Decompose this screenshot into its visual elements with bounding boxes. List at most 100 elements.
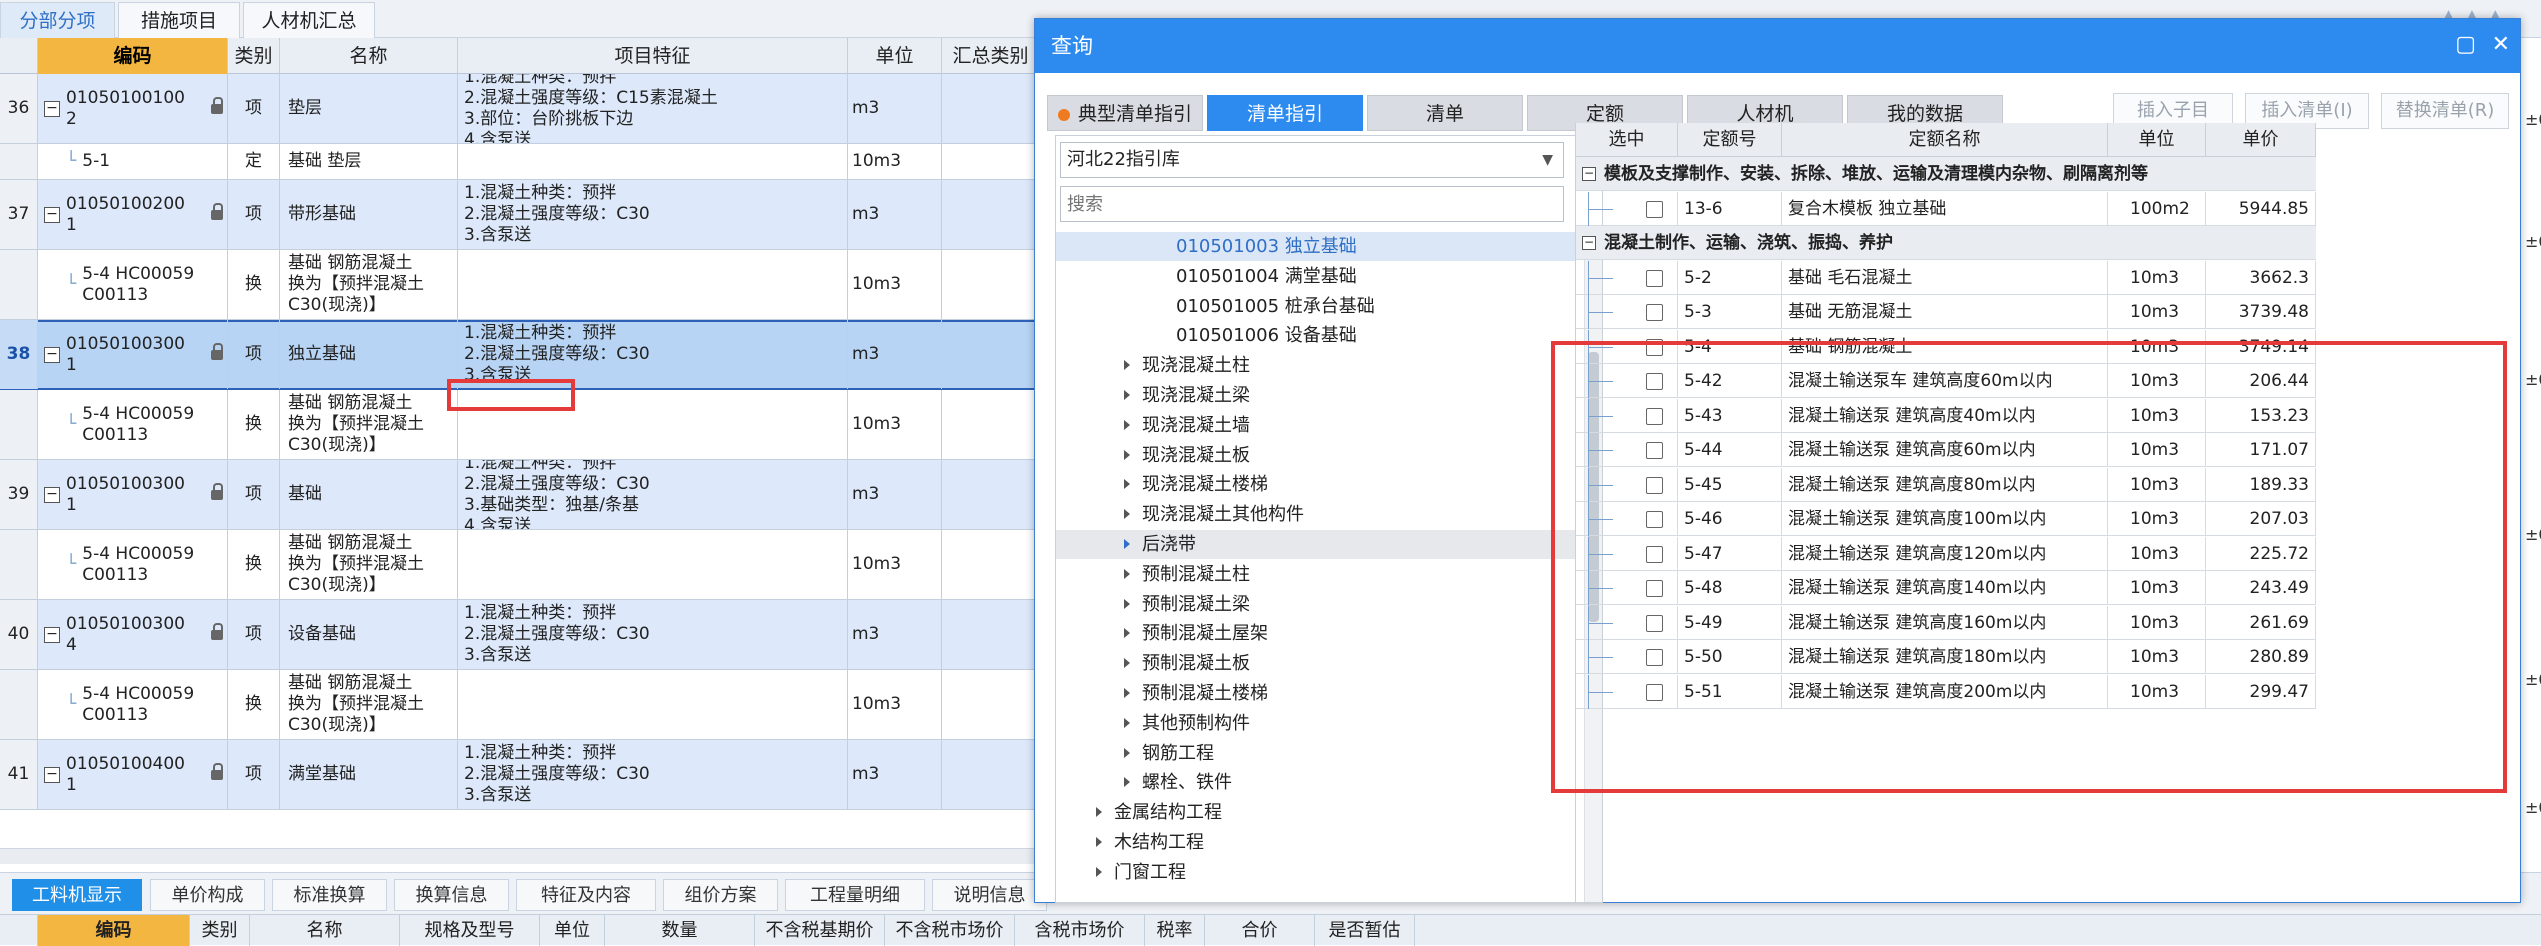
dtab-qingdan[interactable]: 清单 xyxy=(1367,95,1523,131)
row-code[interactable]: └ 5-4 HC00059 C00113 xyxy=(38,390,228,459)
row-sum-category[interactable] xyxy=(942,670,1040,739)
row-feature[interactable]: 1.混凝土种类：预拌 2.混凝土强度等级：C30 3.含泵送 xyxy=(458,740,848,809)
quota-row[interactable]: 5-49 混凝土输送泵 建筑高度160m以内 10m3 261.69 xyxy=(1576,605,2316,640)
row-checkbox[interactable] xyxy=(1646,200,1663,218)
row-code[interactable]: −01050100300 1 xyxy=(38,320,228,389)
tree-node[interactable]: 其他预制构件 xyxy=(1056,709,1576,738)
expand-arrow-icon[interactable] xyxy=(1124,568,1130,579)
row-checkbox[interactable] xyxy=(1646,338,1663,356)
row-feature[interactable] xyxy=(458,250,848,319)
close-icon[interactable]: ✕ xyxy=(2492,31,2510,59)
row-code[interactable]: −01050100100 2 xyxy=(38,74,228,143)
row-checkbox[interactable] xyxy=(1646,373,1663,390)
row-unit[interactable]: 10m3 xyxy=(848,250,942,319)
quota-row[interactable]: 5-51 混凝土输送泵 建筑高度200m以内 10m3 299.47 xyxy=(1576,674,2316,709)
expand-arrow-icon[interactable] xyxy=(1124,747,1130,758)
tree-node[interactable]: 金属结构工程 xyxy=(1056,798,1576,827)
row-feature[interactable]: 1.混凝土种类：预拌 2.混凝土强度等级：C15素混凝土 3.部位：台阶挑板下边… xyxy=(458,74,848,143)
row-unit[interactable]: 10m3 xyxy=(848,530,942,599)
btab-shuoming[interactable]: 说明信息 xyxy=(932,879,1047,911)
row-unit[interactable]: m3 xyxy=(848,740,942,809)
row-name[interactable]: 满堂基础 xyxy=(280,740,458,809)
expand-arrow-icon[interactable] xyxy=(1124,777,1130,788)
expand-arrow-icon[interactable] xyxy=(1124,598,1130,609)
row-feature[interactable]: 1.混凝土种类：预拌 2.混凝土强度等级：C30 3.含泵送 xyxy=(458,180,848,249)
row-checkbox[interactable] xyxy=(1646,269,1663,287)
bh-name[interactable]: 名称 xyxy=(250,915,400,946)
bh-type[interactable]: 类别 xyxy=(190,915,250,946)
table-row[interactable]: └ 5-4 HC00059 C00113 换基础 钢筋混凝土 换为【预拌混凝土 C3… xyxy=(0,250,1040,320)
row-type[interactable]: 换 xyxy=(228,390,280,459)
horizontal-scrollbar[interactable] xyxy=(0,848,1040,864)
row-code[interactable]: └ 5-4 HC00059 C00113 xyxy=(38,530,228,599)
quota-row[interactable]: 5-45 混凝土输送泵 建筑高度80m以内 10m3 189.33 xyxy=(1576,467,2316,502)
tree-node[interactable]: 现浇混凝土楼梯 xyxy=(1056,470,1576,499)
btab-danjia[interactable]: 单价构成 xyxy=(150,879,265,911)
table-row[interactable]: 38−01050100300 1 项独立基础 1.混凝土种类：预拌 2.混凝土强度等… xyxy=(0,320,1040,390)
dialog-title[interactable]: 查询 xyxy=(1035,19,2520,73)
btab-biaozhun[interactable]: 标准换算 xyxy=(272,879,387,911)
header-name[interactable]: 名称 xyxy=(280,38,458,74)
row-sum-category[interactable] xyxy=(942,74,1040,143)
row-name[interactable]: 基础 垫层 xyxy=(280,144,458,179)
bh-tax-rate[interactable]: 税率 xyxy=(1145,915,1205,946)
bh-tax-market-price[interactable]: 含税市场价 xyxy=(1015,915,1145,946)
row-name[interactable]: 设备基础 xyxy=(280,600,458,669)
row-feature[interactable] xyxy=(458,390,848,459)
row-code[interactable]: −01050100300 1 xyxy=(38,460,228,529)
quota-row[interactable]: 5-44 混凝土输送泵 建筑高度60m以内 10m3 171.07 xyxy=(1576,433,2316,467)
bh-base-price[interactable]: 不含税基期价 xyxy=(755,915,885,946)
tree-node[interactable]: 010501006 设备基础 xyxy=(1056,321,1576,350)
row-type[interactable]: 项 xyxy=(228,180,280,249)
row-sum-category[interactable] xyxy=(942,320,1040,389)
expand-arrow-icon[interactable] xyxy=(1124,658,1130,669)
collapse-icon[interactable]: − xyxy=(1582,236,1596,250)
search-input[interactable] xyxy=(1060,186,1564,222)
row-unit[interactable]: 10m3 xyxy=(848,390,942,459)
row-name[interactable]: 基础 钢筋混凝土 换为【预拌混凝土 C30(现浇)】 xyxy=(280,250,458,319)
row-unit[interactable]: m3 xyxy=(848,74,942,143)
row-unit[interactable]: 10m3 xyxy=(848,144,942,179)
row-unit[interactable]: m3 xyxy=(848,320,942,389)
row-unit[interactable]: 10m3 xyxy=(848,670,942,739)
bh-spec[interactable]: 规格及型号 xyxy=(400,915,540,946)
quota-row[interactable]: 5-50 混凝土输送泵 建筑高度180m以内 10m3 280.89 xyxy=(1576,640,2316,674)
bh-market-price[interactable]: 不含税市场价 xyxy=(885,915,1015,946)
header-sum[interactable]: 汇总类别 xyxy=(942,38,1040,74)
table-row[interactable]: └ 5-4 HC00059 C00113 换基础 钢筋混凝土 换为【预拌混凝土 C3… xyxy=(0,670,1040,740)
row-type[interactable]: 项 xyxy=(228,600,280,669)
quota-row[interactable]: 5-4 基础 钢筋混凝土 10m3 3749.14 xyxy=(1576,329,2316,364)
expand-arrow-icon[interactable] xyxy=(1124,479,1130,490)
table-row[interactable]: └ 5-4 HC00059 C00113 换基础 钢筋混凝土 换为【预拌混凝土 C3… xyxy=(0,530,1040,600)
row-name[interactable]: 带形基础 xyxy=(280,180,458,249)
row-sum-category[interactable] xyxy=(942,600,1040,669)
bh-total[interactable]: 合价 xyxy=(1205,915,1315,946)
row-checkbox[interactable] xyxy=(1646,407,1663,425)
collapse-icon[interactable]: − xyxy=(44,346,60,363)
quota-row[interactable]: 5-3 基础 无筋混凝土 10m3 3739.48 xyxy=(1576,295,2316,329)
tab-fenbu[interactable]: 分部分项 xyxy=(0,2,115,38)
dtab-guide[interactable]: 清单指引 xyxy=(1207,95,1363,131)
expand-arrow-icon[interactable] xyxy=(1096,837,1102,847)
row-sum-category[interactable] xyxy=(942,530,1040,599)
row-feature[interactable] xyxy=(458,670,848,739)
expand-arrow-icon[interactable] xyxy=(1124,509,1130,520)
tree-node[interactable]: 010501004 满堂基础 xyxy=(1056,262,1576,291)
row-type[interactable]: 项 xyxy=(228,460,280,529)
tree-node[interactable]: 现浇混凝土梁 xyxy=(1056,381,1576,410)
tree-node[interactable]: 现浇混凝土板 xyxy=(1056,441,1576,470)
btab-gongchengliang[interactable]: 工程量明细 xyxy=(785,879,925,911)
expand-arrow-icon[interactable] xyxy=(1124,628,1130,639)
tree-node[interactable]: 预制混凝土梁 xyxy=(1056,590,1576,619)
expand-arrow-icon[interactable] xyxy=(1096,807,1102,818)
row-sum-category[interactable] xyxy=(942,144,1040,179)
row-code[interactable]: └ 5-1 xyxy=(38,144,228,179)
expand-arrow-icon[interactable] xyxy=(1096,866,1102,877)
tree-node[interactable]: 010501003 独立基础 xyxy=(1056,232,1576,261)
tree-node[interactable]: 010501005 桩承台基础 xyxy=(1056,292,1576,321)
row-sum-category[interactable] xyxy=(942,390,1040,459)
row-checkbox[interactable] xyxy=(1646,683,1663,701)
row-name[interactable]: 基础 xyxy=(280,460,458,529)
row-name[interactable]: 基础 钢筋混凝土 换为【预拌混凝土 C30(现浇)】 xyxy=(280,530,458,599)
table-row[interactable]: 36−01050100100 2 项垫层 1.混凝土种类：预拌 2.混凝土强度等级：… xyxy=(0,74,1040,144)
